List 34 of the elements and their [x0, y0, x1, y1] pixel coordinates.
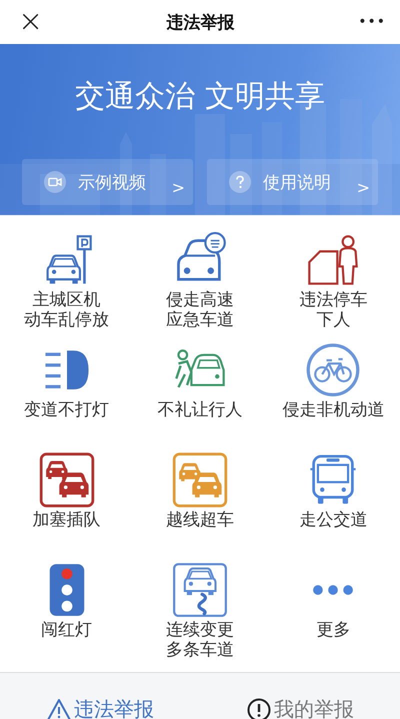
- category-item[interactable]: 越线超车: [133, 452, 267, 562]
- category-item[interactable]: 更多: [266, 562, 400, 672]
- traffic-light-icon: [49, 564, 84, 616]
- tab[interactable]: 我的举报: [200, 673, 400, 719]
- car-winding-road-icon: [173, 563, 227, 617]
- two-cars-icon: [39, 452, 94, 508]
- video-camera-icon: [44, 171, 66, 193]
- headlight-icon: [45, 350, 88, 390]
- two-cars-icon: [172, 452, 228, 508]
- help-icon: [229, 171, 251, 193]
- more-dots-icon: [313, 585, 354, 595]
- door-person-icon: [308, 235, 358, 285]
- bicycle-sign-icon: [306, 344, 360, 396]
- more-button[interactable]: •••: [358, 14, 386, 30]
- warning-icon: [46, 696, 72, 719]
- page-title: 违法举报: [166, 12, 235, 34]
- category-item[interactable]: 侵走高速 应急车道: [133, 232, 267, 342]
- category-item[interactable]: 违法停车 下人: [266, 232, 400, 342]
- slogan-text: 交通众治 文明共享: [75, 78, 325, 116]
- info-icon: [246, 696, 272, 719]
- tab[interactable]: 违法举报: [0, 673, 200, 719]
- bus-icon: [310, 454, 357, 504]
- category-item[interactable]: 侵走非机动道: [266, 342, 400, 452]
- parked-car-sign-icon: [46, 235, 92, 284]
- category-item[interactable]: 走公交道: [266, 452, 400, 562]
- car-urgent-badge-icon: [177, 232, 226, 281]
- category-item[interactable]: 不礼让行人: [133, 342, 267, 452]
- category-item[interactable]: 连续变更 多条车道: [133, 562, 267, 672]
- category-item[interactable]: 加塞插队: [0, 452, 134, 562]
- pedestrian-car-icon: [175, 350, 225, 388]
- close-button[interactable]: ×: [18, 7, 44, 37]
- category-item[interactable]: 变道不打灯: [0, 342, 134, 452]
- category-item[interactable]: 闯红灯: [0, 562, 134, 672]
- category-item[interactable]: 主城区机 动车乱停放: [0, 232, 134, 342]
